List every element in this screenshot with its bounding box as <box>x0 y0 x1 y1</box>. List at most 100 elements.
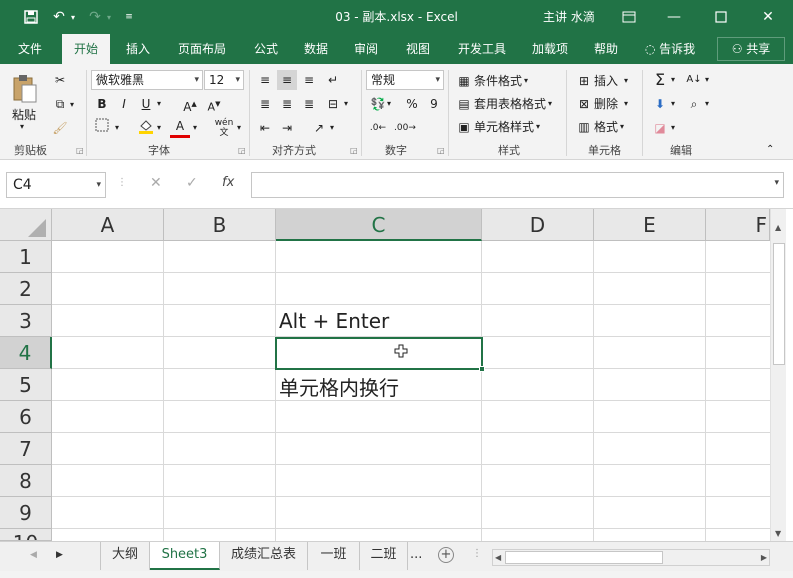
split-grip-icon[interactable]: ⋮ <box>472 548 482 559</box>
paste-dropdown-icon[interactable]: ▾ <box>20 122 24 131</box>
text-wrap-icon[interactable]: ↵ <box>323 70 343 90</box>
tab-addins[interactable]: 加载项 <box>524 34 576 64</box>
undo-dropdown-icon[interactable]: ▾ <box>68 8 78 26</box>
increase-font-button[interactable]: A▲ <box>180 94 200 114</box>
autosum-dropdown-icon[interactable]: ▾ <box>668 70 678 90</box>
orientation-icon[interactable]: ↗ <box>309 118 329 138</box>
align-center-icon[interactable]: ≣ <box>277 94 297 114</box>
phonetic-dropdown-icon[interactable]: ▾ <box>234 118 244 138</box>
cell-grid[interactable]: Alt + Enter 单元格内换行 <box>52 241 770 541</box>
sheet-tab-class-2[interactable]: 二班 <box>360 542 408 570</box>
format-as-table-button[interactable]: ▤ 套用表格格式 ▾ <box>456 95 552 112</box>
expand-formula-icon[interactable]: ▾ <box>774 178 779 188</box>
format-painter-icon[interactable]: 🖌 <box>52 120 70 136</box>
select-all-button[interactable] <box>0 209 52 241</box>
tab-file[interactable]: 文件 <box>8 34 52 64</box>
align-bottom-icon[interactable]: ≡ <box>299 70 319 90</box>
comma-button[interactable]: 9 <box>424 94 444 114</box>
underline-dropdown-icon[interactable]: ▾ <box>154 94 164 114</box>
tab-view[interactable]: 视图 <box>396 34 440 64</box>
prev-sheet-icon[interactable]: ◀ <box>30 550 37 560</box>
scroll-up-icon[interactable]: ▲ <box>775 223 781 232</box>
align-right-icon[interactable]: ≣ <box>299 94 319 114</box>
row-header-1[interactable]: 1 <box>0 241 52 273</box>
column-header-b[interactable]: B <box>164 209 276 241</box>
sheet-tab-outline[interactable]: 大纲 <box>100 542 150 570</box>
active-cell-c4[interactable] <box>275 337 485 372</box>
close-icon[interactable]: ✕ <box>748 4 788 30</box>
next-sheet-icon[interactable]: ▶ <box>56 550 63 560</box>
fill-handle[interactable] <box>479 366 485 372</box>
row-header-5[interactable]: 5 <box>0 369 52 401</box>
column-header-c[interactable]: C <box>276 209 482 241</box>
collapse-ribbon-icon[interactable]: ⌃ <box>766 144 774 155</box>
tab-insert[interactable]: 插入 <box>116 34 160 64</box>
conditional-format-button[interactable]: ▦ 条件格式 ▾ <box>456 72 528 89</box>
delete-cells-button[interactable]: ⊠ 删除 ▾ <box>576 95 628 112</box>
save-icon[interactable] <box>22 8 40 26</box>
tab-help[interactable]: 帮助 <box>586 34 626 64</box>
clipboard-launcher-icon[interactable]: ◲ <box>76 146 84 155</box>
underline-button[interactable]: U <box>136 94 156 114</box>
cell-c3[interactable]: Alt + Enter <box>279 309 389 333</box>
font-size-select[interactable]: 12 ▾ <box>204 70 244 90</box>
clear-icon[interactable]: ◪ <box>650 118 670 138</box>
row-header-2[interactable]: 2 <box>0 273 52 305</box>
row-header-6[interactable]: 6 <box>0 401 52 433</box>
sort-filter-dropdown-icon[interactable]: ▾ <box>702 70 712 90</box>
border-icon[interactable] <box>92 118 112 138</box>
font-name-select[interactable]: 微软雅黑 ▾ <box>91 70 203 90</box>
cell-c5[interactable]: 单元格内换行 <box>279 372 399 401</box>
maximize-icon[interactable] <box>701 4 741 30</box>
vertical-scrollbar[interactable]: ▲ ▼ <box>770 209 786 541</box>
bold-button[interactable]: B <box>92 94 112 114</box>
scroll-down-icon[interactable]: ▼ <box>775 529 781 538</box>
copy-icon[interactable]: ⧉ ▾ <box>52 96 74 112</box>
scroll-left-icon[interactable]: ◀ <box>495 553 501 562</box>
row-header-10[interactable]: 10 <box>0 529 52 541</box>
tab-home[interactable]: 开始 <box>62 34 110 64</box>
row-header-3[interactable]: 3 <box>0 305 52 337</box>
undo-icon[interactable]: ↶ <box>50 8 68 26</box>
merge-dropdown-icon[interactable]: ▾ <box>341 94 351 114</box>
column-header-e[interactable]: E <box>594 209 706 241</box>
vertical-scroll-thumb[interactable] <box>773 243 785 365</box>
tab-page-layout[interactable]: 页面布局 <box>170 34 234 64</box>
sheet-tab-sheet3[interactable]: Sheet3 <box>150 542 220 570</box>
orientation-dropdown-icon[interactable]: ▾ <box>327 118 337 138</box>
paste-icon[interactable] <box>10 72 40 106</box>
cut-icon[interactable]: ✂ <box>52 72 70 88</box>
align-top-icon[interactable]: ≡ <box>255 70 275 90</box>
font-color-dropdown-icon[interactable]: ▾ <box>190 118 200 138</box>
more-sheets-button[interactable]: ... <box>410 547 422 562</box>
sheet-tab-class-1[interactable]: 一班 <box>308 542 360 570</box>
tell-me[interactable]: ◌ 告诉我 <box>638 34 702 64</box>
enter-icon[interactable]: ✓ <box>186 175 198 191</box>
column-header-f[interactable]: F <box>706 209 770 241</box>
sheet-tab-summary[interactable]: 成绩汇总表 <box>220 542 308 570</box>
tab-data[interactable]: 数据 <box>294 34 338 64</box>
increase-decimal-icon[interactable]: .0← <box>368 118 388 138</box>
fill-down-icon[interactable]: ⬇ <box>650 94 670 114</box>
insert-cells-button[interactable]: ⊞ 插入 ▾ <box>576 72 628 89</box>
redo-icon[interactable]: ↷ <box>86 8 104 26</box>
user-name[interactable]: 主讲 水滴 <box>543 8 595 25</box>
tab-formulas[interactable]: 公式 <box>244 34 288 64</box>
add-sheet-icon[interactable]: + <box>438 547 454 563</box>
tab-review[interactable]: 审阅 <box>344 34 388 64</box>
format-cells-button[interactable]: ▥ 格式 ▾ <box>576 118 624 135</box>
phonetic-icon[interactable]: wén 文 <box>212 118 236 138</box>
row-header-7[interactable]: 7 <box>0 433 52 465</box>
merge-center-icon[interactable]: ⊟ <box>323 94 343 114</box>
alignment-launcher-icon[interactable]: ◲ <box>350 146 358 155</box>
insert-function-button[interactable]: fx <box>222 175 234 190</box>
formula-input[interactable]: ▾ <box>251 172 784 198</box>
number-format-select[interactable]: 常规 ▾ <box>366 70 444 90</box>
decrease-indent-icon[interactable]: ⇤ <box>255 118 275 138</box>
column-header-a[interactable]: A <box>52 209 164 241</box>
minimize-icon[interactable]: — <box>654 4 694 30</box>
currency-dropdown-icon[interactable]: ▾ <box>384 94 394 114</box>
cancel-icon[interactable]: ✕ <box>150 175 162 191</box>
font-launcher-icon[interactable]: ◲ <box>238 146 246 155</box>
font-color-icon[interactable]: A <box>170 118 190 138</box>
